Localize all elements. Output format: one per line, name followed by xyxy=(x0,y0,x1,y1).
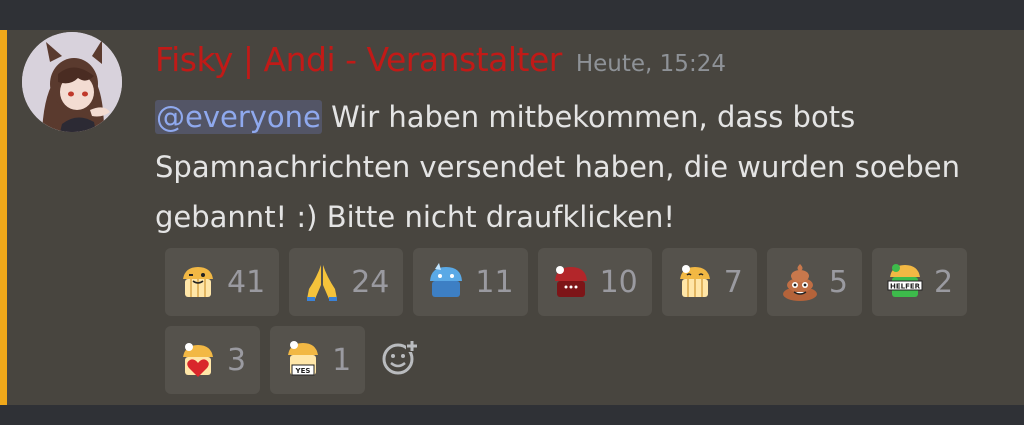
bottom-bar xyxy=(0,405,1024,425)
reaction-folded-hands[interactable]: 24 xyxy=(289,248,404,316)
reaction-count: 10 xyxy=(599,264,638,300)
folded-hands-emoji xyxy=(301,261,343,303)
reaction-count: 11 xyxy=(475,264,514,300)
chat-message: Fisky | Andi - Veranstalter Heute, 15:24 … xyxy=(0,30,1024,405)
reaction-muffin-heart[interactable]: 3 xyxy=(165,326,261,394)
muffin-wink-emoji xyxy=(177,261,219,303)
reaction-blue-muffin[interactable]: 11 xyxy=(413,248,528,316)
message-header: Fisky | Andi - Veranstalter Heute, 15:24 xyxy=(155,40,726,79)
reaction-red-muffin[interactable]: 10 xyxy=(537,248,652,316)
reaction-muffin-smile[interactable]: 7 xyxy=(661,248,757,316)
reaction-count: 3 xyxy=(227,342,247,378)
blue-muffin-emoji xyxy=(425,261,467,303)
reaction-count: 5 xyxy=(828,264,848,300)
helfer-muffin-emoji: HELFER xyxy=(884,261,926,303)
message-timestamp: Heute, 15:24 xyxy=(575,51,726,77)
reaction-count: 24 xyxy=(351,264,390,300)
reaction-count: 1 xyxy=(332,342,352,378)
pile-of-poo-emoji xyxy=(779,261,821,303)
add-reaction-icon xyxy=(380,338,420,382)
add-reaction-button[interactable] xyxy=(375,326,425,394)
muffin-smile-emoji xyxy=(674,261,716,303)
reaction-count: 2 xyxy=(933,264,954,300)
avatar[interactable] xyxy=(22,32,122,132)
muffin-heart-emoji xyxy=(177,339,219,381)
red-muffin-emoji xyxy=(550,261,592,303)
mention-highlight-stripe xyxy=(0,30,7,405)
reaction-count: 7 xyxy=(723,264,743,300)
reaction-helfer-muffin[interactable]: HELFER 2 xyxy=(871,248,968,316)
reaction-muffin-yes[interactable]: YES 1 xyxy=(270,326,366,394)
message-content: @everyone Wir haben mitbekommen, dass bo… xyxy=(155,92,1015,242)
yes-badge-text: YES xyxy=(295,367,311,375)
helfer-badge-text: HELFER xyxy=(890,283,921,291)
everyone-mention[interactable]: @everyone xyxy=(155,100,322,134)
top-bar xyxy=(0,0,1024,30)
reaction-pile-of-poo[interactable]: 5 xyxy=(766,248,862,316)
reaction-muffin-wink[interactable]: 41 xyxy=(165,248,280,316)
muffin-yes-emoji: YES xyxy=(282,339,324,381)
reaction-count: 41 xyxy=(227,264,266,300)
author-name[interactable]: Fisky | Andi - Veranstalter xyxy=(155,40,562,79)
reactions-bar: 41 24 11 10 7 5 HELFER 2 3 YES 1 xyxy=(165,248,1015,394)
